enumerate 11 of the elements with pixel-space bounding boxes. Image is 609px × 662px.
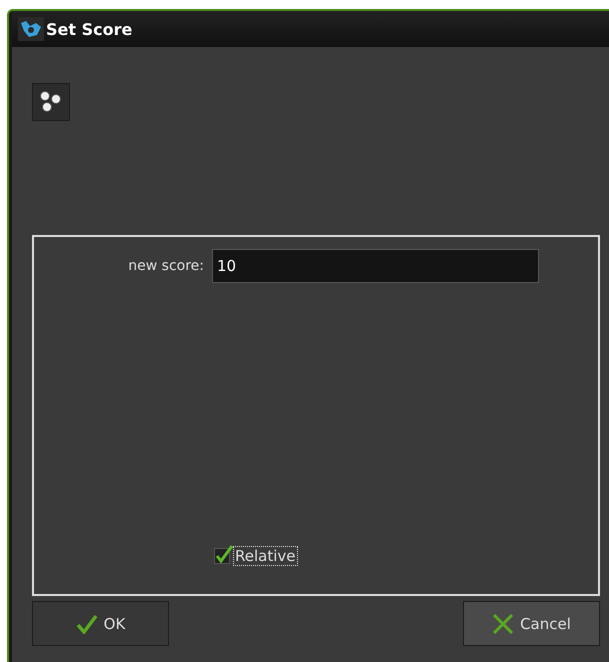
group-toolbar-button[interactable] <box>32 83 70 121</box>
checkmark-icon <box>76 614 98 634</box>
app-logo-icon <box>18 17 44 41</box>
field-label: new score: <box>127 258 204 274</box>
ok-button[interactable]: OK <box>32 601 169 646</box>
checkbox-label: Relative <box>233 546 298 566</box>
window-title: Set Score <box>46 20 132 38</box>
circles-icon <box>39 90 63 114</box>
score-input-field[interactable]: 10 <box>212 249 539 283</box>
close-icon <box>492 612 514 634</box>
cancel-button[interactable]: Cancel <box>463 601 600 646</box>
